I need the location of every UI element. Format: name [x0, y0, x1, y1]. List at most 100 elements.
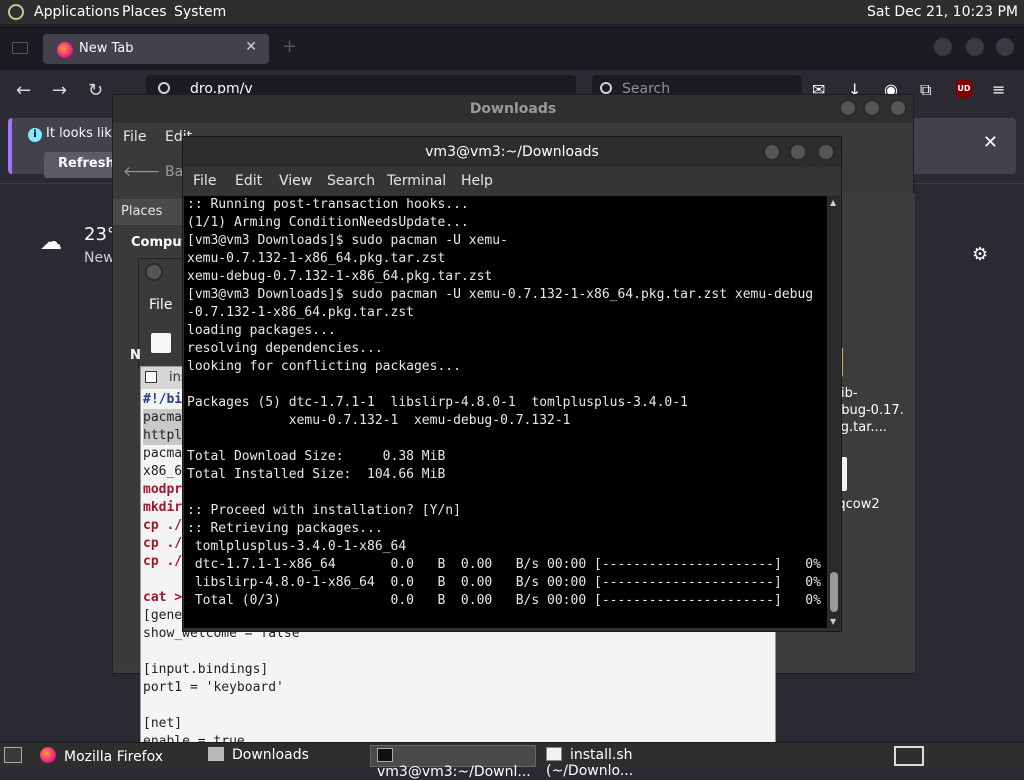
- scroll-up-icon[interactable]: ▲: [830, 198, 836, 207]
- applications-menu[interactable]: Applications: [34, 4, 120, 20]
- terminal-line: dtc-1.7.1-1-x86_64 0.0 B 0.00 B/s 00:00 …: [187, 557, 821, 572]
- folder-icon: [208, 747, 224, 761]
- terminal-menubar: File Edit View Search Terminal Help: [183, 167, 841, 195]
- terminal-scrollbar[interactable]: ▲ ▼: [828, 196, 840, 628]
- menu-file[interactable]: File: [123, 129, 146, 145]
- menu-search[interactable]: Search: [327, 173, 375, 189]
- notification-message: It looks like: [46, 126, 120, 141]
- close-window-button[interactable]: [889, 99, 907, 117]
- terminal-line: resolving dependencies...: [187, 341, 383, 356]
- scroll-down-icon[interactable]: ▼: [830, 617, 836, 626]
- terminal-output[interactable]: :: Running post-transaction hooks...(1/1…: [184, 196, 827, 628]
- forward-arrow-icon[interactable]: →: [52, 80, 67, 101]
- window-button[interactable]: [145, 263, 163, 281]
- firefox-favicon-icon: [57, 42, 73, 58]
- maximize-button[interactable]: [789, 143, 807, 161]
- minimize-button[interactable]: [763, 143, 781, 161]
- task-downloads[interactable]: Downloads: [202, 745, 366, 767]
- terminal-window: vm3@vm3:~/Downloads File Edit View Searc…: [182, 136, 842, 632]
- maximize-button[interactable]: [966, 38, 984, 56]
- task-editor[interactable]: install.sh (~/Downlo...: [540, 745, 710, 779]
- task-label: Mozilla Firefox: [64, 749, 164, 765]
- close-notification-icon[interactable]: ✕: [983, 132, 998, 153]
- menu-help[interactable]: Help: [461, 173, 493, 189]
- maximize-button[interactable]: [863, 99, 881, 117]
- terminal-line: looking for conflicting packages...: [187, 359, 461, 374]
- distro-logo-icon[interactable]: [8, 4, 24, 20]
- menu-terminal[interactable]: Terminal: [387, 173, 446, 189]
- menu-file[interactable]: File: [149, 297, 172, 313]
- close-window-button[interactable]: [996, 38, 1014, 56]
- places-dropdown[interactable]: Places: [113, 199, 187, 225]
- new-tab-button[interactable]: +: [282, 36, 297, 57]
- terminal-line: :: Proceed with installation? [Y/n]: [187, 503, 461, 518]
- terminal-line: Total (0/3) 0.0 B 0.00 B/s 00:00 [------…: [187, 593, 821, 608]
- menu-edit[interactable]: Edit: [235, 173, 262, 189]
- close-window-button[interactable]: [817, 143, 835, 161]
- scrollbar-thumb[interactable]: [830, 572, 838, 612]
- show-desktop-button[interactable]: [4, 747, 22, 763]
- reload-icon[interactable]: ↻: [88, 80, 103, 101]
- places-menu[interactable]: Places: [122, 4, 167, 20]
- terminal-line: loading packages...: [187, 323, 336, 338]
- clock[interactable]: Sat Dec 21, 10:23 PM: [867, 4, 1018, 20]
- system-menu[interactable]: System: [174, 4, 226, 20]
- terminal-line: :: Running post-transaction hooks...: [187, 197, 469, 212]
- task-terminal[interactable]: vm3@vm3:~/Downl...: [370, 745, 536, 780]
- code-line: port1 = 'keyboard': [143, 680, 284, 695]
- terminal-title: vm3@vm3:~/Downloads: [183, 137, 841, 167]
- minimize-button[interactable]: [839, 99, 857, 117]
- terminal-line: xemu-debug-0.7.132-1-x86_64.pkg.tar.zst: [187, 269, 493, 284]
- terminal-line: Total Download Size: 0.38 MiB: [187, 449, 446, 464]
- document-icon: [145, 371, 157, 383]
- terminal-line: Total Installed Size: 104.66 MiB: [187, 467, 446, 482]
- terminal-line: xemu-0.7.132-1 xemu-debug-0.7.132-1: [187, 413, 571, 428]
- terminal-icon: [377, 748, 393, 762]
- close-tab-icon[interactable]: ✕: [245, 39, 257, 55]
- firefox-view-icon[interactable]: [12, 42, 28, 54]
- info-icon: i: [28, 128, 42, 142]
- bottom-taskbar: Mozilla Firefox Downloads vm3@vm3:~/Down…: [0, 742, 1024, 780]
- weather-location: New: [84, 250, 115, 266]
- minimize-button[interactable]: [934, 38, 952, 56]
- workspace-switcher[interactable]: [894, 746, 924, 766]
- text-editor-icon: [546, 747, 562, 761]
- menu-view[interactable]: View: [279, 173, 312, 189]
- tab-title: New Tab: [79, 41, 134, 56]
- terminal-line: (1/1) Arming ConditionNeedsUpdate...: [187, 215, 469, 230]
- task-label: Downloads: [232, 747, 309, 763]
- second-file-window: File: [138, 258, 188, 368]
- terminal-line: [vm3@vm3 Downloads]$ sudo pacman -U xemu…: [187, 233, 508, 248]
- top-panel: Applications Places System Sat Dec 21, 1…: [0, 0, 1024, 25]
- terminal-line: [vm3@vm3 Downloads]$ sudo pacman -U xemu…: [187, 287, 814, 302]
- firefox-icon: [40, 747, 56, 763]
- terminal-line: -0.7.132-1-x86_64.pkg.tar.zst: [187, 305, 414, 320]
- ublock-origin-icon[interactable]: UD: [956, 80, 972, 98]
- back-arrow-icon[interactable]: ←: [16, 80, 31, 101]
- terminal-line: Packages (5) dtc-1.7.1-1 libslirp-4.8.0-…: [187, 395, 688, 410]
- file-manager-title: Downloads: [113, 95, 913, 123]
- gear-icon[interactable]: ⚙: [972, 244, 988, 265]
- code-line: [net]: [143, 716, 183, 731]
- text-file-icon[interactable]: [151, 333, 171, 353]
- terminal-line: xemu-0.7.132-1-x86_64.pkg.tar.zst: [187, 251, 446, 266]
- hamburger-menu-icon[interactable]: ≡: [992, 80, 1005, 99]
- code-line: [input.bindings]: [143, 662, 269, 677]
- tab-new-tab[interactable]: New Tab ✕: [43, 34, 269, 64]
- search-icon: [600, 82, 612, 94]
- search-icon: [158, 82, 170, 94]
- extensions-icon[interactable]: ⧉: [920, 80, 931, 100]
- sidebar-letter: N: [130, 348, 141, 363]
- cloud-sun-icon: ☁: [40, 230, 62, 255]
- task-label: vm3@vm3:~/Downl...: [377, 764, 531, 780]
- task-firefox[interactable]: Mozilla Firefox: [34, 745, 198, 767]
- firefox-tab-bar: New Tab ✕ +: [0, 26, 1024, 70]
- terminal-line: tomlplusplus-3.4.0-1-x86_64: [187, 539, 407, 554]
- menu-file[interactable]: File: [193, 173, 216, 189]
- terminal-line: :: Retrieving packages...: [187, 521, 383, 536]
